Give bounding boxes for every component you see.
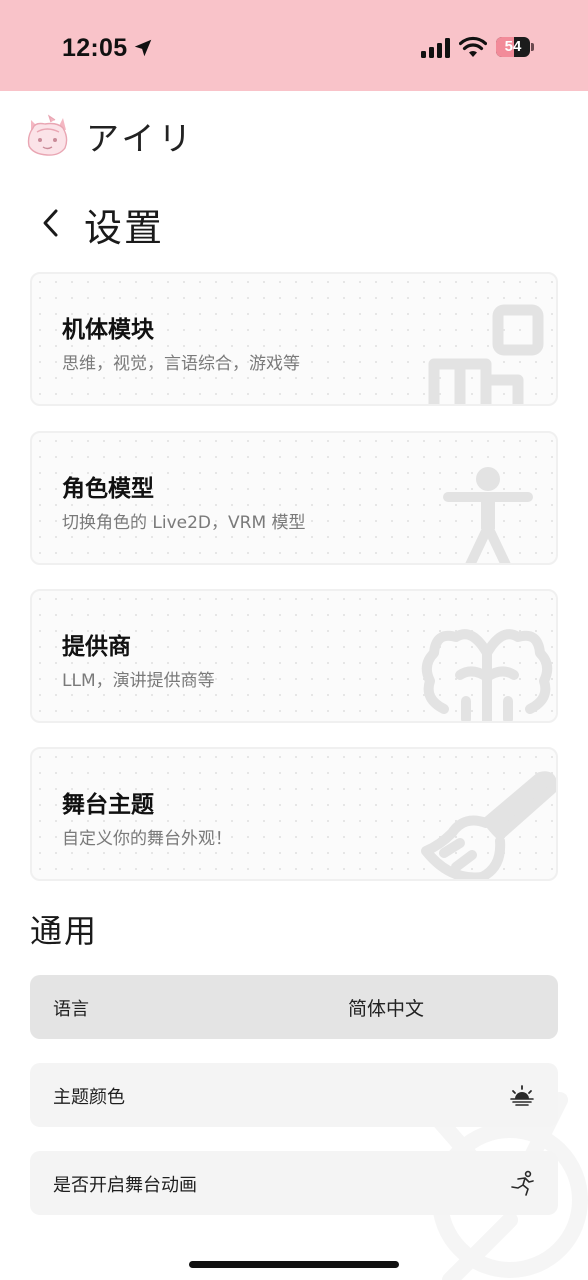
card-title: 角色模型 xyxy=(62,476,154,502)
card-description: 思维，视觉，言语综合，游戏等 xyxy=(62,354,300,374)
running-person-icon[interactable] xyxy=(508,1169,536,1197)
card-providers[interactable]: 提供商 LLM，演讲提供商等 xyxy=(30,589,558,723)
card-stage-theme[interactable]: 舞台主题 自定义你的舞台外观！ xyxy=(30,747,558,881)
status-bar: 12:05 54 xyxy=(0,0,588,91)
setting-stage-animation[interactable]: 是否开启舞台动画 xyxy=(30,1151,558,1215)
card-modules[interactable]: 机体模块 思维，视觉，言语综合，游戏等 xyxy=(30,272,558,406)
person-figure-icon xyxy=(443,467,533,563)
setting-theme-color[interactable]: 主题颜色 xyxy=(30,1063,558,1127)
wifi-icon xyxy=(459,36,487,57)
cellular-signal-icon xyxy=(421,38,450,58)
location-arrow-icon xyxy=(134,39,152,57)
card-title: 机体模块 xyxy=(62,317,154,343)
card-title: 提供商 xyxy=(62,634,131,660)
card-character-model[interactable]: 角色模型 切换角色的 Live2D，VRM 模型 xyxy=(30,431,558,565)
cat-mascot-icon xyxy=(27,114,68,156)
section-title-general: 通用 xyxy=(30,912,99,950)
paint-brush-icon xyxy=(421,771,556,879)
setting-label: 是否开启舞台动画 xyxy=(53,1175,197,1196)
card-description: LLM，演讲提供商等 xyxy=(62,671,215,691)
chevron-left-icon[interactable] xyxy=(34,203,68,243)
setting-label: 主题颜色 xyxy=(53,1087,125,1108)
card-description: 切换角色的 Live2D，VRM 模型 xyxy=(62,513,306,533)
card-title: 舞台主题 xyxy=(62,792,154,818)
card-description: 自定义你的舞台外观！ xyxy=(62,829,232,849)
sunset-icon[interactable] xyxy=(508,1081,536,1109)
battery-percent: 54 xyxy=(504,38,522,55)
home-indicator[interactable] xyxy=(189,1261,399,1268)
page-title: 设置 xyxy=(84,206,165,250)
status-time: 12:05 xyxy=(62,34,128,62)
modules-icon xyxy=(428,304,544,404)
setting-label: 语言 xyxy=(53,999,89,1020)
language-select-value[interactable]: 简体中文 xyxy=(348,994,424,1021)
brain-icon xyxy=(421,629,553,721)
battery-cap xyxy=(531,43,534,51)
battery-indicator: 54 xyxy=(496,37,530,57)
app-title: アイリ xyxy=(86,119,196,158)
setting-language[interactable]: 语言 简体中文 xyxy=(30,975,558,1039)
